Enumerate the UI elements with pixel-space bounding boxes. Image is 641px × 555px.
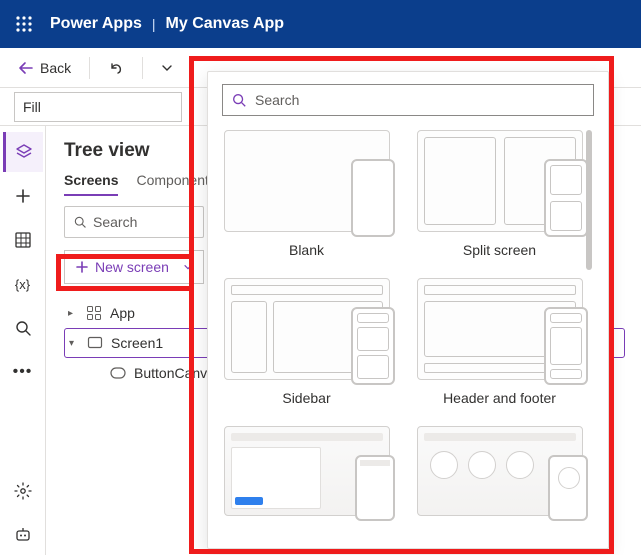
- rail-tree-view-button[interactable]: [3, 132, 43, 172]
- new-screen-button[interactable]: New screen: [64, 250, 204, 284]
- tab-components[interactable]: Components: [136, 172, 215, 196]
- template-label: Split screen: [463, 242, 536, 258]
- template-thumbnail: [224, 426, 390, 516]
- tree-search-placeholder: Search: [93, 214, 137, 230]
- search-icon: [73, 215, 87, 229]
- screen-icon: [87, 335, 103, 351]
- virtual-agent-icon: [14, 526, 32, 544]
- rail-more-button[interactable]: •••: [3, 352, 43, 392]
- tree-node-label: App: [110, 305, 135, 321]
- settings-icon: [14, 482, 32, 500]
- back-arrow-icon: [18, 60, 34, 76]
- brand-label: Power Apps: [50, 15, 142, 33]
- undo-button[interactable]: [102, 56, 130, 80]
- template-thumbnail: [224, 278, 390, 380]
- title-bar: Power Apps | My Canvas App: [0, 0, 641, 48]
- search-icon: [231, 92, 247, 108]
- template-blank[interactable]: Blank: [222, 130, 391, 258]
- rail-variables-button[interactable]: {x}: [3, 264, 43, 304]
- template-label: Sidebar: [282, 390, 330, 406]
- search-icon: [14, 319, 32, 337]
- template-header-footer[interactable]: Header and footer: [415, 278, 584, 406]
- undo-split-button[interactable]: [155, 58, 179, 78]
- rail-settings-button[interactable]: [3, 471, 43, 511]
- chevron-down-icon: [161, 62, 173, 74]
- flyout-search-placeholder: Search: [255, 92, 299, 108]
- plus-icon: [75, 260, 89, 274]
- property-selector[interactable]: Fill: [14, 92, 182, 122]
- plus-icon: [14, 187, 32, 205]
- back-label: Back: [40, 60, 71, 76]
- template-gallery-item[interactable]: [415, 426, 584, 516]
- app-launcher-button[interactable]: [8, 8, 40, 40]
- template-split-screen[interactable]: Split screen: [415, 130, 584, 258]
- tree-node-label: Screen1: [111, 335, 163, 351]
- rail-search-button[interactable]: [3, 308, 43, 348]
- template-label: Header and footer: [443, 390, 556, 406]
- rail-insert-button[interactable]: [3, 176, 43, 216]
- title-separator: |: [152, 16, 156, 32]
- app-name-label: My Canvas App: [166, 15, 285, 33]
- separator: [89, 57, 90, 79]
- separator: [191, 57, 192, 79]
- new-screen-label: New screen: [95, 259, 169, 275]
- separator: [142, 57, 143, 79]
- variable-icon: {x}: [15, 277, 30, 292]
- template-thumbnail: [417, 130, 583, 232]
- more-icon: •••: [13, 363, 33, 381]
- rail-data-button[interactable]: [3, 220, 43, 260]
- chevron-down-icon: [183, 262, 193, 272]
- app-icon: [86, 305, 102, 321]
- template-thumbnail: [417, 278, 583, 380]
- grid-icon: [14, 231, 32, 249]
- flyout-search-input[interactable]: Search: [222, 84, 594, 116]
- button-icon: [110, 367, 126, 379]
- new-screen-flyout: Search Blank Split screen: [207, 71, 609, 549]
- template-sidebar[interactable]: Sidebar: [222, 278, 391, 406]
- property-name: Fill: [23, 99, 41, 115]
- tree-search-input[interactable]: Search: [64, 206, 204, 238]
- template-gallery-item[interactable]: [222, 426, 391, 516]
- template-thumbnail: [224, 130, 390, 232]
- left-rail: {x} •••: [0, 126, 46, 555]
- layers-icon: [15, 143, 33, 161]
- undo-icon: [108, 60, 124, 76]
- template-thumbnail: [417, 426, 583, 516]
- tab-screens[interactable]: Screens: [64, 172, 118, 196]
- back-button[interactable]: Back: [12, 56, 77, 80]
- rail-virtual-agent-button[interactable]: [3, 515, 43, 555]
- chevron-down-icon: ▾: [69, 338, 79, 349]
- app-launcher-icon: [15, 15, 33, 33]
- template-label: Blank: [289, 242, 324, 258]
- chevron-right-icon: ▸: [68, 308, 78, 319]
